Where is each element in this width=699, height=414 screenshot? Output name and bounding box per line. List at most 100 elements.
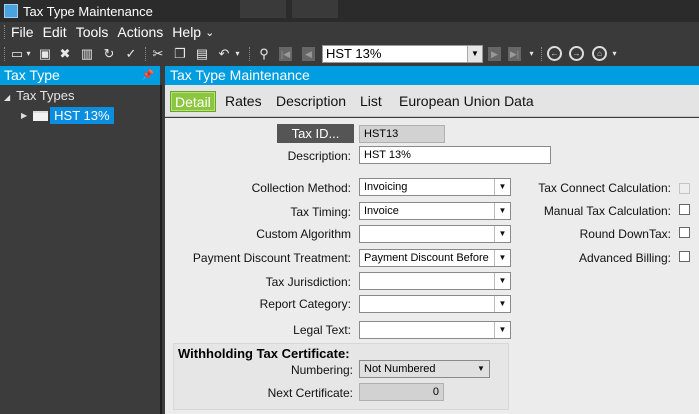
tax-jurisdiction-label: Tax Jurisdiction:	[265, 275, 351, 289]
next-icon[interactable]: ▶	[488, 47, 501, 61]
toolbar-separator	[249, 47, 250, 61]
undo-dropdown-icon[interactable]: ▾	[233, 46, 242, 62]
paste-icon[interactable]: ▤	[195, 46, 209, 62]
main-panel-title: Tax Type Maintenance	[170, 67, 310, 83]
clear-icon[interactable]: ✓	[124, 46, 138, 62]
refresh-icon[interactable]: ↻	[102, 46, 116, 62]
copy-icon[interactable]: ❐	[173, 46, 187, 62]
description-field[interactable]: HST 13%	[359, 146, 551, 164]
forward-icon[interactable]: →	[569, 46, 584, 61]
menu-edit[interactable]: Edit	[43, 24, 67, 40]
menu-actions[interactable]: Actions	[117, 24, 163, 40]
toolbar-grip	[4, 47, 5, 61]
description-label: Description:	[287, 149, 351, 163]
tree-root[interactable]: ◢ Tax Types	[4, 88, 74, 103]
advanced-billing-checkbox[interactable]	[679, 251, 690, 262]
tree-node-hst13[interactable]: ▶ HST 13%	[21, 107, 114, 124]
payment-discount-treatment-value: Payment Discount Before	[364, 252, 489, 264]
chevron-down-icon[interactable]: ▼	[494, 179, 510, 195]
numbering-value: Not Numbered	[364, 363, 436, 375]
tab-detail[interactable]: Detail	[170, 91, 216, 112]
legal-text-label: Legal Text:	[293, 323, 351, 337]
home-icon[interactable]: ⌂	[592, 46, 607, 61]
chevron-down-icon[interactable]: ▼	[494, 250, 510, 266]
chevron-down-icon[interactable]: ▼	[494, 296, 510, 312]
tab-description[interactable]: Description	[276, 91, 346, 112]
menu-help[interactable]: Help	[172, 24, 201, 40]
chevron-down-icon[interactable]: ▼	[467, 46, 482, 62]
side-panel-title: Tax Type	[4, 67, 60, 83]
undo-icon[interactable]: ↶	[217, 46, 231, 62]
chevron-down-icon[interactable]: ▼	[494, 203, 510, 219]
tax-id-field: HST13	[359, 125, 445, 143]
first-icon[interactable]: |◀	[279, 47, 292, 61]
payment-discount-treatment-dropdown[interactable]: Payment Discount Before ▼	[359, 249, 511, 267]
detail-form: Tax ID... HST13 Description: HST 13% Col…	[165, 118, 699, 414]
tab-rates[interactable]: Rates	[225, 91, 262, 112]
next-certificate-field: 0	[359, 383, 444, 401]
custom-algorithm-label: Custom Algorithm	[256, 227, 351, 241]
expand-arrow-icon[interactable]: ▶	[21, 111, 27, 120]
window-tab[interactable]	[240, 0, 286, 18]
new-icon[interactable]: ▭	[10, 46, 24, 62]
side-panel: ◢ Tax Types ▶ HST 13%	[0, 85, 162, 414]
pin-icon[interactable]: 📌	[142, 66, 154, 85]
withholding-group-title: Withholding Tax Certificate:	[178, 346, 350, 361]
numbering-dropdown[interactable]: Not Numbered ▼	[359, 360, 490, 378]
menu-grip	[4, 25, 7, 39]
tax-jurisdiction-dropdown[interactable]: ▼	[359, 272, 511, 290]
tax-connect-calculation-label: Tax Connect Calculation:	[538, 181, 671, 195]
nav-dropdown-icon[interactable]: ▾	[527, 46, 536, 62]
tab-european-union-data[interactable]: European Union Data	[399, 91, 534, 112]
round-down-tax-checkbox[interactable]	[679, 227, 690, 238]
legal-text-dropdown[interactable]: ▼	[359, 321, 511, 339]
book-icon[interactable]: ▥	[79, 46, 95, 62]
manual-tax-calculation-label: Manual Tax Calculation:	[543, 204, 671, 218]
round-down-tax-label: Round DownTax:	[579, 227, 671, 241]
save-icon[interactable]: ▣	[38, 46, 52, 62]
cut-icon[interactable]: ✂	[151, 46, 165, 62]
tax-timing-dropdown[interactable]: Invoice ▼	[359, 202, 511, 220]
back-icon[interactable]: ←	[547, 46, 562, 61]
app-icon	[4, 4, 18, 18]
chevron-down-icon[interactable]: ▼	[494, 226, 510, 242]
advanced-billing-label: Advanced Billing:	[578, 251, 671, 265]
toolbar-separator	[541, 47, 542, 61]
chevron-down-icon[interactable]: ▼	[473, 361, 489, 377]
collection-method-label: Collection Method:	[251, 181, 351, 195]
report-category-label: Report Category:	[259, 297, 351, 311]
manual-tax-calculation-checkbox[interactable]	[679, 204, 690, 215]
tree-node-label: HST 13%	[50, 107, 114, 124]
menu-bar: File Edit Tools Actions Help ⌄	[0, 22, 699, 42]
tab-strip: Detail Rates Description List European U…	[165, 85, 699, 117]
tax-timing-label: Tax Timing:	[290, 205, 351, 219]
record-selector[interactable]: HST 13% ▼	[322, 45, 483, 63]
home-dropdown-icon[interactable]: ▾	[610, 46, 619, 62]
folder-icon	[33, 110, 49, 121]
previous-icon[interactable]: ◀	[302, 47, 315, 61]
delete-icon[interactable]: ✖	[58, 46, 72, 62]
record-selector-value: HST 13%	[326, 46, 382, 61]
chevron-down-icon[interactable]: ▼	[494, 273, 510, 289]
collection-method-value: Invoicing	[364, 181, 408, 193]
window-title: Tax Type Maintenance	[23, 3, 153, 19]
chevron-down-icon[interactable]: ▼	[494, 322, 510, 338]
window-tab[interactable]	[292, 0, 338, 18]
report-category-dropdown[interactable]: ▼	[359, 295, 511, 313]
collection-method-dropdown[interactable]: Invoicing ▼	[359, 178, 511, 196]
menu-file[interactable]: File	[11, 24, 34, 40]
search-icon[interactable]: ⚲	[256, 46, 272, 62]
tax-id-button[interactable]: Tax ID...	[277, 124, 354, 143]
last-icon[interactable]: ▶|	[508, 47, 521, 61]
custom-algorithm-dropdown[interactable]: ▼	[359, 225, 511, 243]
payment-discount-treatment-label: Payment Discount Treatment:	[192, 251, 351, 265]
collapse-arrow-icon[interactable]: ◢	[4, 93, 10, 102]
next-certificate-label: Next Certificate:	[267, 386, 353, 400]
tab-list[interactable]: List	[360, 91, 382, 112]
new-dropdown-icon[interactable]: ▾	[24, 46, 33, 62]
tree-root-label: Tax Types	[16, 88, 75, 103]
menu-tools[interactable]: Tools	[76, 24, 109, 40]
menu-overflow-icon[interactable]: ⌄	[205, 26, 214, 39]
toolbar: ▭ ▾ ▣ ✖ ▥ ↻ ✓ ✂ ❐ ▤ ↶ ▾ ⚲ |◀ ◀ HST 13% ▼…	[0, 42, 699, 66]
numbering-label: Numbering:	[290, 363, 353, 377]
